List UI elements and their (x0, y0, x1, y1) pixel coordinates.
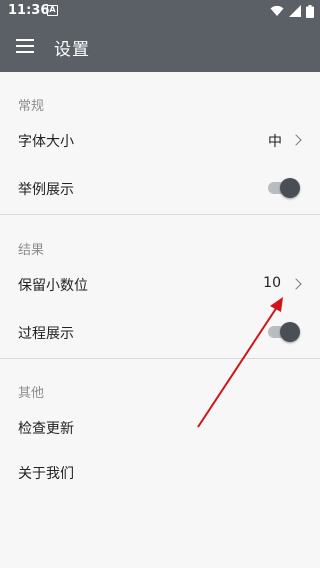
example-display-row: 举例展示 (0, 168, 320, 208)
divider (0, 214, 320, 215)
decimal-places-label: 保留小数位 (18, 278, 88, 294)
status-bar: 11:36 A (0, 0, 320, 22)
font-size-row[interactable]: 字体大小 中 (0, 120, 320, 160)
status-icons (270, 4, 314, 18)
process-display-row: 过程展示 (0, 312, 320, 352)
check-update-row[interactable]: 检查更新 (0, 407, 320, 447)
page-title: 设置 (54, 40, 90, 60)
about-us-label: 关于我们 (18, 466, 74, 482)
process-display-toggle[interactable] (268, 322, 300, 342)
decimal-places-row[interactable]: 保留小数位 10 (0, 264, 320, 304)
about-us-row[interactable]: 关于我们 (0, 452, 320, 492)
chevron-right-icon (290, 278, 302, 290)
status-time: 11:36 (8, 3, 50, 18)
process-display-label: 过程展示 (18, 326, 74, 342)
section-header-result: 结果 (18, 243, 45, 258)
example-display-label: 举例展示 (18, 182, 74, 198)
example-display-toggle[interactable] (268, 178, 300, 198)
decimal-places-value: 10 (263, 275, 281, 291)
chevron-right-icon (290, 134, 302, 146)
font-size-value: 中 (268, 134, 282, 150)
signal-icon (289, 5, 301, 17)
section-header-general: 常规 (18, 99, 45, 114)
notification-icon: A (47, 5, 58, 16)
wifi-icon (270, 5, 284, 16)
app-bar: 设置 (0, 22, 320, 72)
section-header-other: 其他 (18, 386, 45, 401)
check-update-label: 检查更新 (18, 421, 74, 437)
font-size-label: 字体大小 (18, 134, 74, 150)
battery-icon (306, 4, 314, 18)
divider (0, 358, 320, 359)
menu-icon[interactable] (16, 38, 34, 54)
